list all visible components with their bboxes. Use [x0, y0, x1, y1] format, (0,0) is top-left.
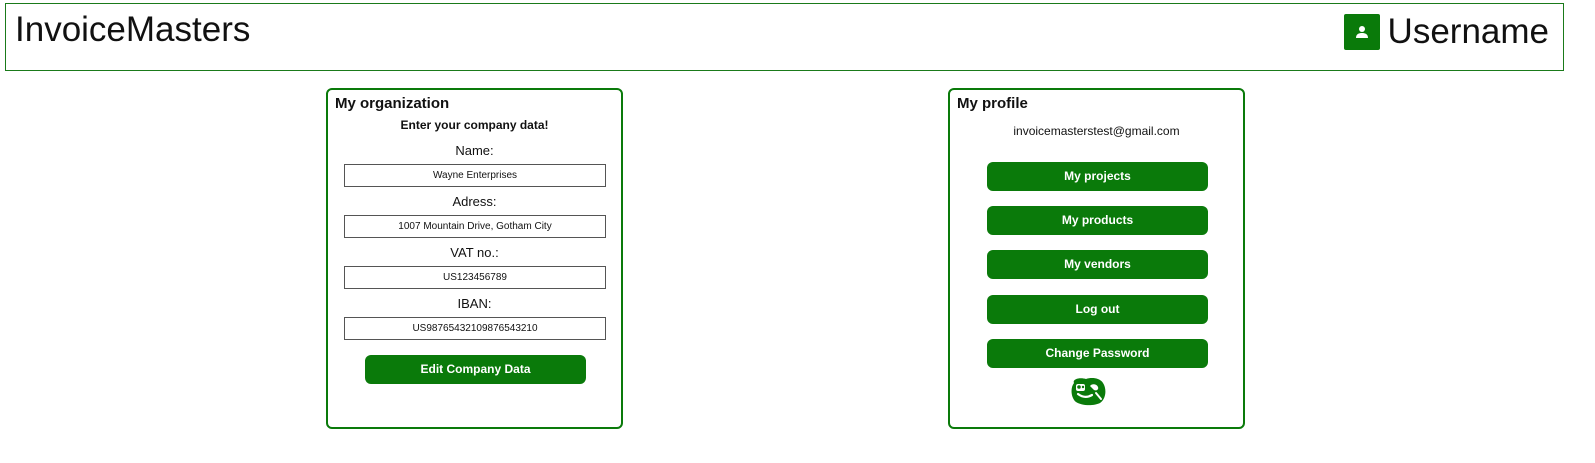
address-label: Adress: [452, 194, 497, 209]
organization-title: My organization [335, 95, 450, 112]
top-header: InvoiceMasters Username [5, 3, 1564, 71]
address-field[interactable]: 1007 Mountain Drive, Gotham City [344, 215, 606, 238]
log-out-button[interactable]: Log out [987, 295, 1208, 324]
organization-card: My organization Enter your company data!… [326, 88, 623, 429]
profile-card: My profile invoicemasterstest@gmail.com … [948, 88, 1245, 429]
iban-field[interactable]: US98765432109876543210 [344, 317, 606, 340]
name-field[interactable]: Wayne Enterprises [344, 164, 606, 187]
username-label[interactable]: Username [1388, 12, 1549, 52]
app-title[interactable]: InvoiceMasters [15, 10, 250, 50]
vat-field[interactable]: US123456789 [344, 266, 606, 289]
my-products-button[interactable]: My products [987, 206, 1208, 235]
my-projects-button[interactable]: My projects [987, 162, 1208, 191]
mascot-logo-icon [1071, 378, 1106, 406]
my-vendors-button[interactable]: My vendors [987, 250, 1208, 279]
vat-label: VAT no.: [450, 245, 499, 260]
user-glyph-icon [1355, 26, 1368, 38]
user-icon[interactable] [1343, 14, 1380, 50]
user-menu[interactable]: Username [1343, 12, 1549, 52]
change-password-button[interactable]: Change Password [987, 339, 1208, 368]
iban-label: IBAN: [457, 296, 492, 311]
edit-company-data-button[interactable]: Edit Company Data [365, 355, 586, 384]
organization-subtitle: Enter your company data! [400, 118, 549, 132]
name-label: Name: [455, 143, 494, 158]
profile-email: invoicemasterstest@gmail.com [1013, 124, 1180, 138]
profile-title: My profile [957, 95, 1028, 112]
